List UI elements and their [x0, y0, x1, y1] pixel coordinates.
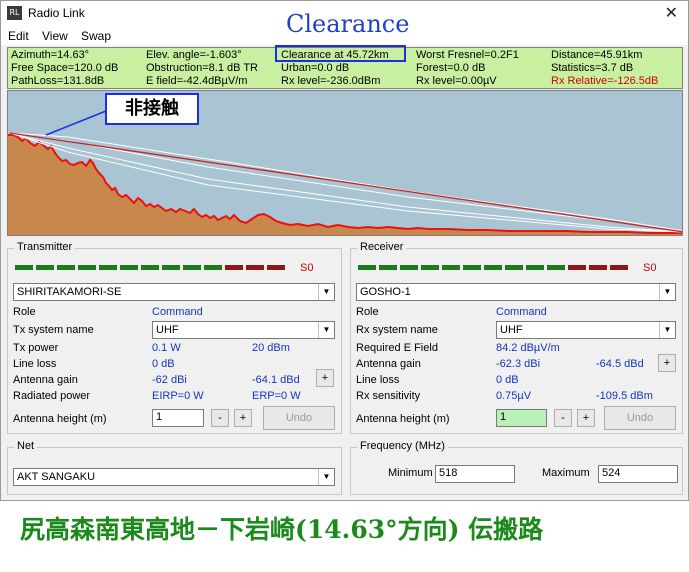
- transmitter-group: Transmitter S0 SHIRITAKAMORI-SE ▼ Role C…: [7, 241, 342, 434]
- rx-meter-label: S0: [643, 262, 657, 274]
- menu-edit[interactable]: Edit: [8, 29, 29, 43]
- azimuth-value: Azimuth=14.63°: [11, 49, 90, 61]
- freq-max-label: Maximum: [542, 467, 590, 479]
- chevron-down-icon: ▼: [318, 284, 334, 300]
- tx-height-input[interactable]: 1: [152, 409, 204, 427]
- path-loss-value: PathLoss=131.8dB: [11, 75, 105, 87]
- tx-system-value: UHF: [156, 324, 179, 336]
- freq-max-input[interactable]: 524: [598, 465, 678, 483]
- free-space-value: Free Space=120.0 dB: [11, 62, 119, 74]
- tx-power-w: 0.1 W: [152, 342, 181, 354]
- tx-site-value: SHIRITAKAMORI-SE: [17, 286, 122, 298]
- rx-sens-dbm: -109.5 dBm: [596, 390, 653, 402]
- tx-gain-plus-button[interactable]: +: [316, 369, 334, 387]
- rx-relative-value: Rx Relative=-126.5dB: [551, 75, 659, 87]
- annotation-arrow: [45, 110, 107, 136]
- rx-gain-plus-button[interactable]: +: [658, 354, 676, 372]
- rx-field-value: 84.2 dBµV/m: [496, 342, 560, 354]
- receiver-title: Receiver: [357, 241, 407, 253]
- tx-role-value[interactable]: Command: [152, 306, 203, 318]
- tx-gain-dbi: -62 dBi: [152, 374, 187, 386]
- chevron-down-icon: ▼: [659, 284, 675, 300]
- tx-site-select[interactable]: SHIRITAKAMORI-SE ▼: [13, 283, 335, 301]
- tx-role-label: Role: [13, 306, 36, 318]
- statistics-value: Statistics=3.7 dB: [551, 62, 634, 74]
- clearance-title: Clearance: [286, 10, 410, 38]
- rx-height-plus-button[interactable]: +: [577, 409, 595, 427]
- freq-min-input[interactable]: 518: [435, 465, 515, 483]
- chevron-down-icon: ▼: [659, 322, 675, 338]
- tx-gain-label: Antenna gain: [13, 374, 78, 386]
- app-icon: RL: [7, 6, 22, 20]
- tx-system-label: Tx system name: [13, 324, 94, 336]
- chevron-down-icon: ▼: [318, 469, 334, 485]
- rx-gain-dbi: -62.3 dBi: [496, 358, 541, 370]
- rx-field-label: Required E Field: [356, 342, 438, 354]
- close-icon[interactable]: ✕: [665, 3, 678, 22]
- no-contact-label: 非接触: [105, 93, 199, 125]
- rx-line-loss-value: 0 dB: [496, 374, 519, 386]
- chevron-down-icon: ▼: [318, 322, 334, 338]
- rx-level-dbm-value: Rx level=-236.0dBm: [281, 75, 381, 87]
- net-value: AKT SANGAKU: [17, 471, 96, 483]
- forest-value: Forest=0.0 dB: [416, 62, 486, 74]
- window-title: Radio Link: [28, 6, 85, 20]
- tx-power-dbm: 20 dBm: [252, 342, 290, 354]
- elev-angle-value: Elev. angle=-1.603°: [146, 49, 242, 61]
- frequency-group: Frequency (MHz) Minimum 518 Maximum 524: [350, 440, 683, 495]
- rx-site-value: GOSHO-1: [360, 286, 411, 298]
- rx-gain-dbd: -64.5 dBd: [596, 358, 644, 370]
- rx-role-label: Role: [356, 306, 379, 318]
- rx-system-value: UHF: [500, 324, 523, 336]
- net-select[interactable]: AKT SANGAKU ▼: [13, 468, 335, 486]
- rx-gain-label: Antenna gain: [356, 358, 421, 370]
- tx-height-label: Antenna height (m): [13, 413, 107, 425]
- radio-link-window: RL Radio Link ✕ Edit View Swap Azimuth=1…: [0, 0, 689, 501]
- freq-min-label: Minimum: [388, 467, 433, 479]
- tx-radiated-label: Radiated power: [13, 390, 91, 402]
- rx-system-select[interactable]: UHF ▼: [496, 321, 676, 339]
- clearance-highlight-box: [275, 45, 406, 62]
- tx-erp: ERP=0 W: [252, 390, 301, 402]
- rx-signal-meter: [358, 265, 638, 271]
- tx-height-minus-button[interactable]: -: [211, 409, 229, 427]
- net-group: Net AKT SANGAKU ▼: [7, 440, 342, 495]
- worst-fresnel-value: Worst Fresnel=0.2F1: [416, 49, 519, 61]
- distance-value: Distance=45.91km: [551, 49, 643, 61]
- receiver-group: Receiver S0 GOSHO-1 ▼ Role Command Rx sy…: [350, 241, 683, 434]
- tx-eirp: EIRP=0 W: [152, 390, 204, 402]
- transmitter-title: Transmitter: [14, 241, 76, 253]
- frequency-title: Frequency (MHz): [357, 440, 448, 452]
- e-field-value: E field=-42.4dBµV/m: [146, 75, 248, 87]
- tx-undo-button[interactable]: Undo: [263, 406, 335, 430]
- tx-line-loss-value: 0 dB: [152, 358, 175, 370]
- tx-system-select[interactable]: UHF ▼: [152, 321, 335, 339]
- rx-height-label: Antenna height (m): [356, 413, 450, 425]
- tx-power-label: Tx power: [13, 342, 59, 354]
- rx-site-select[interactable]: GOSHO-1 ▼: [356, 283, 676, 301]
- rx-height-input[interactable]: 1: [496, 409, 547, 427]
- menu-view[interactable]: View: [42, 29, 68, 43]
- tx-signal-meter: [15, 265, 295, 271]
- rx-level-uv-value: Rx level=0.00µV: [416, 75, 497, 87]
- urban-value: Urban=0.0 dB: [281, 62, 350, 74]
- rx-height-minus-button[interactable]: -: [554, 409, 572, 427]
- rx-line-loss-label: Line loss: [356, 374, 400, 386]
- menu-swap[interactable]: Swap: [81, 29, 111, 43]
- figure-caption: 尻高森南東高地－下岩崎(14.63°方向) 伝搬路: [20, 515, 544, 544]
- rx-sens-label: Rx sensitivity: [356, 390, 421, 402]
- rx-role-value[interactable]: Command: [496, 306, 547, 318]
- tx-line-loss-label: Line loss: [13, 358, 57, 370]
- rx-system-label: Rx system name: [356, 324, 438, 336]
- rx-undo-button[interactable]: Undo: [604, 406, 676, 430]
- net-title: Net: [14, 440, 38, 452]
- obstruction-value: Obstruction=8.1 dB TR: [146, 62, 258, 74]
- rx-sens-uv: 0.75µV: [496, 390, 532, 402]
- tx-height-plus-button[interactable]: +: [234, 409, 252, 427]
- tx-gain-dbd: -64.1 dBd: [252, 374, 300, 386]
- tx-meter-label: S0: [300, 262, 314, 274]
